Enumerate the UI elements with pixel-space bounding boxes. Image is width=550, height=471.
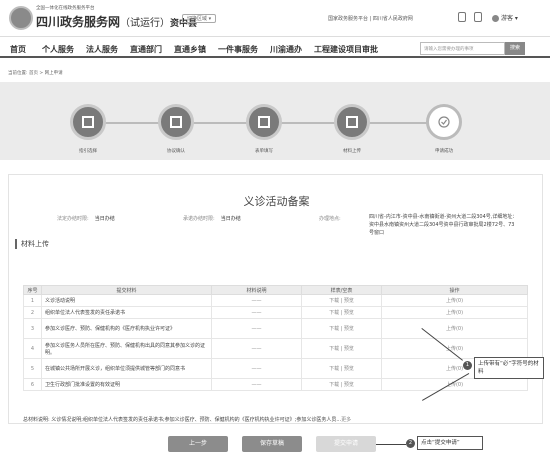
step-upload <box>334 104 370 140</box>
info-legal-time: 法定办结时限: 当日办结 <box>57 216 115 222</box>
col-header: 操作 <box>381 285 528 295</box>
save-draft-button[interactable]: 保存草稿 <box>242 436 302 452</box>
download-preview-link[interactable]: 下载 | 预览 <box>301 306 382 319</box>
step-form <box>246 104 282 140</box>
download-preview-link[interactable]: 下载 | 预览 <box>301 294 382 307</box>
table-row: 6 卫生行政部门批准设置的有效证明 —— 下载 | 预览 上传(0) <box>23 378 528 391</box>
nav-legal-person[interactable]: 法人服务 <box>86 44 118 55</box>
national-emblem-icon <box>9 6 33 30</box>
main-nav: 首页 个人服务 法人服务 直通部门 直通乡镇 一件事服务 川渝通办 工程建设项目… <box>0 36 550 58</box>
progress-steps: 指引选择 协议确认 表单填写 材料上传 申请成功 <box>0 82 550 160</box>
upload-icon <box>346 116 358 128</box>
annotation-badge: 2 <box>406 439 415 448</box>
switch-region-button[interactable]: 切换区域 ▾ <box>182 14 217 23</box>
step-success <box>426 104 462 140</box>
breadcrumb: 当前位置: 首页 > 网上申请 <box>8 71 63 76</box>
table-row: 5 在城镇公共场所开展义诊，组织单位须提供城管等部门的同意书 —— 下载 | 预… <box>23 358 528 379</box>
nav-townships[interactable]: 直通乡镇 <box>174 44 206 55</box>
table-row: 2 组织单位法人代表签发的责任承诺书 —— 下载 | 预览 上传(0) <box>23 306 528 319</box>
nav-one-thing[interactable]: 一件事服务 <box>218 44 258 55</box>
edit-form-icon <box>258 116 270 128</box>
mobile-icon[interactable] <box>474 12 482 22</box>
platform-subtitle: 全国一体化在线政务服务平台 <box>36 6 95 11</box>
nav-construction[interactable]: 工程建设项目审批 <box>314 44 378 55</box>
user-name: 游客 ▾ <box>501 15 518 22</box>
search-button[interactable]: 搜索 <box>505 42 525 55</box>
section-title: 材料上传 <box>15 239 49 249</box>
nav-departments[interactable]: 直通部门 <box>130 44 162 55</box>
info-promise-time: 承诺办结时限: 当日办结 <box>183 216 241 222</box>
nav-home[interactable]: 首页 <box>10 44 26 55</box>
table-row: 4 参加义诊医务人员所在医疗、预防、保健机构出具的同意其参加义诊的证明。 —— … <box>23 338 528 359</box>
upload-link[interactable]: 上传(0) <box>381 338 528 359</box>
step-label: 指引选择 <box>79 149 97 154</box>
download-preview-link[interactable]: 下载 | 预览 <box>301 338 382 359</box>
top-links[interactable]: 国家政务服务平台 | 四川省人民政府网 <box>328 15 413 22</box>
upload-link[interactable]: 上传(0) <box>381 306 528 319</box>
document-check-icon <box>170 116 182 128</box>
trial-label: （试运行） <box>120 18 171 29</box>
info-address: 四川省-内江市-资中县-水南镇街道-资州大道二段304号,详细地址：资中县水南镇… <box>369 214 518 236</box>
top-header: 全国一体化在线政务服务平台 四川政务服务网（试运行）资中县 切换区域 ▾ 国家政… <box>0 0 550 36</box>
info-location-label: 办理地点: <box>319 216 341 222</box>
materials-summary: 总材料说明: 义诊情况说明;组织单位法人代表签发的责任承诺书;参加义诊医疗、预防… <box>23 417 352 423</box>
col-header: 提交材料 <box>41 285 212 295</box>
step-label: 申请成功 <box>435 149 453 154</box>
download-preview-link[interactable]: 下载 | 预览 <box>301 358 382 379</box>
download-preview-link[interactable]: 下载 | 预览 <box>301 378 382 391</box>
previous-step-button[interactable]: 上一步 <box>168 436 228 452</box>
annotation-badge: 1 <box>463 361 472 370</box>
annotation-callout: 点击“提交申请” <box>417 436 483 450</box>
annotation-arrow <box>376 444 406 445</box>
search-input[interactable]: 请输入您需要办理的事项 <box>420 42 505 55</box>
site-name: 四川政务服务网 <box>36 15 121 29</box>
accessibility-icon[interactable] <box>458 12 466 22</box>
col-header: 序号 <box>23 285 42 295</box>
box-icon <box>82 116 94 128</box>
col-header: 材料说明 <box>211 285 302 295</box>
submit-application-button[interactable]: 提交申请 <box>316 436 376 452</box>
page-title: 义诊活动备案 <box>243 195 310 208</box>
table-row: 3 参加义诊医疗、预防、保健机构的《医疗机构执业许可证》 —— 下载 | 预览 … <box>23 318 528 339</box>
user-menu[interactable]: 游客 ▾ <box>492 13 518 22</box>
download-preview-link[interactable]: 下载 | 预览 <box>301 318 382 339</box>
application-card: 义诊活动备案 法定办结时限: 当日办结 承诺办结时限: 当日办结 办理地点: 四川省… <box>8 174 543 424</box>
col-header: 样表/空表 <box>301 285 382 295</box>
step-label: 协议确认 <box>167 149 185 154</box>
user-avatar-icon <box>492 15 499 22</box>
step-label: 表单填写 <box>255 149 273 154</box>
nav-personal[interactable]: 个人服务 <box>42 44 74 55</box>
materials-table: 序号 提交材料 材料说明 样表/空表 操作 1 义诊活动说明 —— 下载 | 预… <box>23 285 528 391</box>
step-label: 材料上传 <box>343 149 361 154</box>
upload-link[interactable]: 上传(0) <box>381 294 528 307</box>
step-guide <box>70 104 106 140</box>
nav-chuanyu[interactable]: 川渝通办 <box>270 44 302 55</box>
upload-link[interactable]: 上传(0) <box>381 318 528 339</box>
step-agreement <box>158 104 194 140</box>
annotation-callout: 上传带有“必”字符号的材料 <box>474 357 544 379</box>
table-row: 1 义诊活动说明 —— 下载 | 预览 上传(0) <box>23 294 528 307</box>
site-logo[interactable]: 四川政务服务网（试运行）资中县 <box>36 13 197 30</box>
check-circle-icon <box>438 116 450 128</box>
more-link[interactable]: 更多 <box>341 417 351 423</box>
